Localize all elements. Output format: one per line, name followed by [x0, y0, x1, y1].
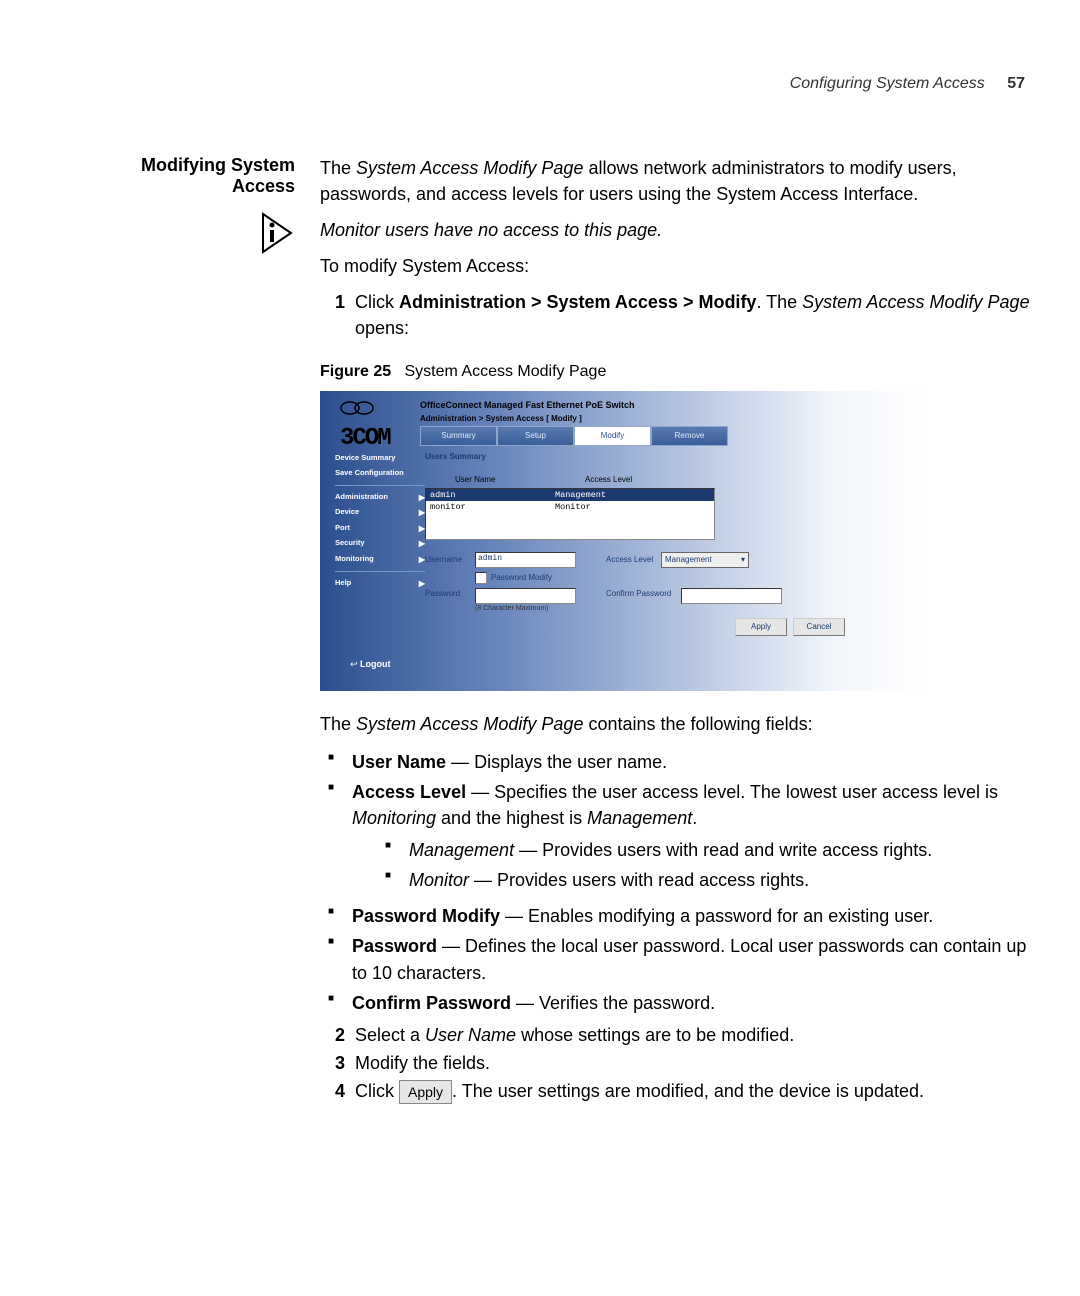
step-2: 2 Select a User Name whose settings are …	[320, 1022, 1030, 1048]
sidebar-item-port[interactable]: Port▶	[335, 521, 425, 537]
list-item: Password Modify — Enables modifying a pa…	[350, 901, 1030, 931]
sidebar-item-save-config[interactable]: Save Configuration	[335, 466, 425, 481]
list-item: Access Level — Specifies the user access…	[350, 777, 1030, 901]
tab-setup[interactable]: Setup	[497, 426, 574, 446]
logout-button[interactable]: Logout	[350, 658, 391, 671]
section-title-line1: Modifying System	[50, 155, 295, 176]
panel-title: Users Summary	[425, 451, 915, 463]
username-input[interactable]: admin	[475, 552, 576, 568]
sidebar-item-administration[interactable]: Administration▶	[335, 490, 425, 506]
device-title: OfficeConnect Managed Fast Ethernet PoE …	[420, 399, 635, 412]
cancel-button[interactable]: Cancel	[793, 618, 845, 636]
running-title: Configuring System Access	[790, 75, 985, 92]
apply-button-inline: Apply	[399, 1080, 452, 1104]
access-level-select[interactable]: Management▾	[661, 552, 749, 568]
step-3: 3 Modify the fields.	[320, 1050, 1030, 1076]
after-figure-paragraph: The System Access Modify Page contains t…	[320, 711, 1030, 737]
sidebar-item-help[interactable]: Help▶	[335, 576, 425, 592]
table-header: User NameAccess Level	[425, 474, 715, 486]
list-item: Password — Defines the local user passwo…	[350, 931, 1030, 987]
figure-screenshot: 3COM OfficeConnect Managed Fast Ethernet…	[320, 391, 925, 691]
step-1: 1 Click Administration > System Access >…	[320, 289, 1030, 341]
lead-paragraph: To modify System Access:	[320, 253, 1030, 279]
password-label: Password	[425, 588, 475, 600]
tab-summary[interactable]: Summary	[420, 426, 497, 446]
password-hint: (8 Character Maximum)	[475, 604, 576, 614]
table-row[interactable]: adminManagement	[426, 489, 714, 501]
username-label: Username	[425, 554, 475, 566]
table-row[interactable]: monitorMonitor	[426, 501, 714, 513]
info-icon	[259, 212, 295, 254]
tab-modify[interactable]: Modify	[574, 426, 651, 446]
sidebar-item-monitoring[interactable]: Monitoring▶	[335, 552, 425, 568]
brand-logo: 3COM	[340, 396, 390, 457]
sidebar-item-device[interactable]: Device▶	[335, 505, 425, 521]
access-level-label: Access Level	[606, 554, 661, 566]
password-modify-checkbox[interactable]	[475, 572, 487, 584]
password-modify-label: Password Modify	[491, 572, 552, 584]
step-4: 4 Click Apply. The user settings are mod…	[320, 1078, 1030, 1104]
password-input[interactable]	[475, 588, 576, 604]
sidebar-item-device-summary[interactable]: Device Summary	[335, 451, 425, 466]
figure-caption: Figure 25 System Access Modify Page	[320, 360, 1030, 383]
breadcrumb: Administration > System Access [ Modify …	[420, 413, 582, 425]
intro-paragraph: The System Access Modify Page allows net…	[320, 155, 1030, 207]
running-header: Configuring System Access 57	[790, 75, 1025, 93]
list-item: Monitor — Provides users with read acces…	[407, 865, 1030, 895]
page-number: 57	[1007, 75, 1025, 92]
note-paragraph: Monitor users have no access to this pag…	[320, 217, 1030, 243]
confirm-password-input[interactable]	[681, 588, 782, 604]
apply-button[interactable]: Apply	[735, 618, 787, 636]
tab-remove[interactable]: Remove	[651, 426, 728, 446]
list-item: Management — Provides users with read an…	[407, 835, 1030, 865]
sidebar-item-security[interactable]: Security▶	[335, 536, 425, 552]
list-item: Confirm Password — Verifies the password…	[350, 988, 1030, 1018]
sidebar-nav: Device Summary Save Configuration Admini…	[335, 451, 425, 592]
chevron-down-icon: ▾	[741, 554, 745, 566]
section-title-line2: Access	[50, 176, 295, 197]
list-item: User Name — Displays the user name.	[350, 747, 1030, 777]
users-listbox[interactable]: adminManagement monitorMonitor	[425, 488, 715, 540]
confirm-password-label: Confirm Password	[606, 588, 681, 600]
